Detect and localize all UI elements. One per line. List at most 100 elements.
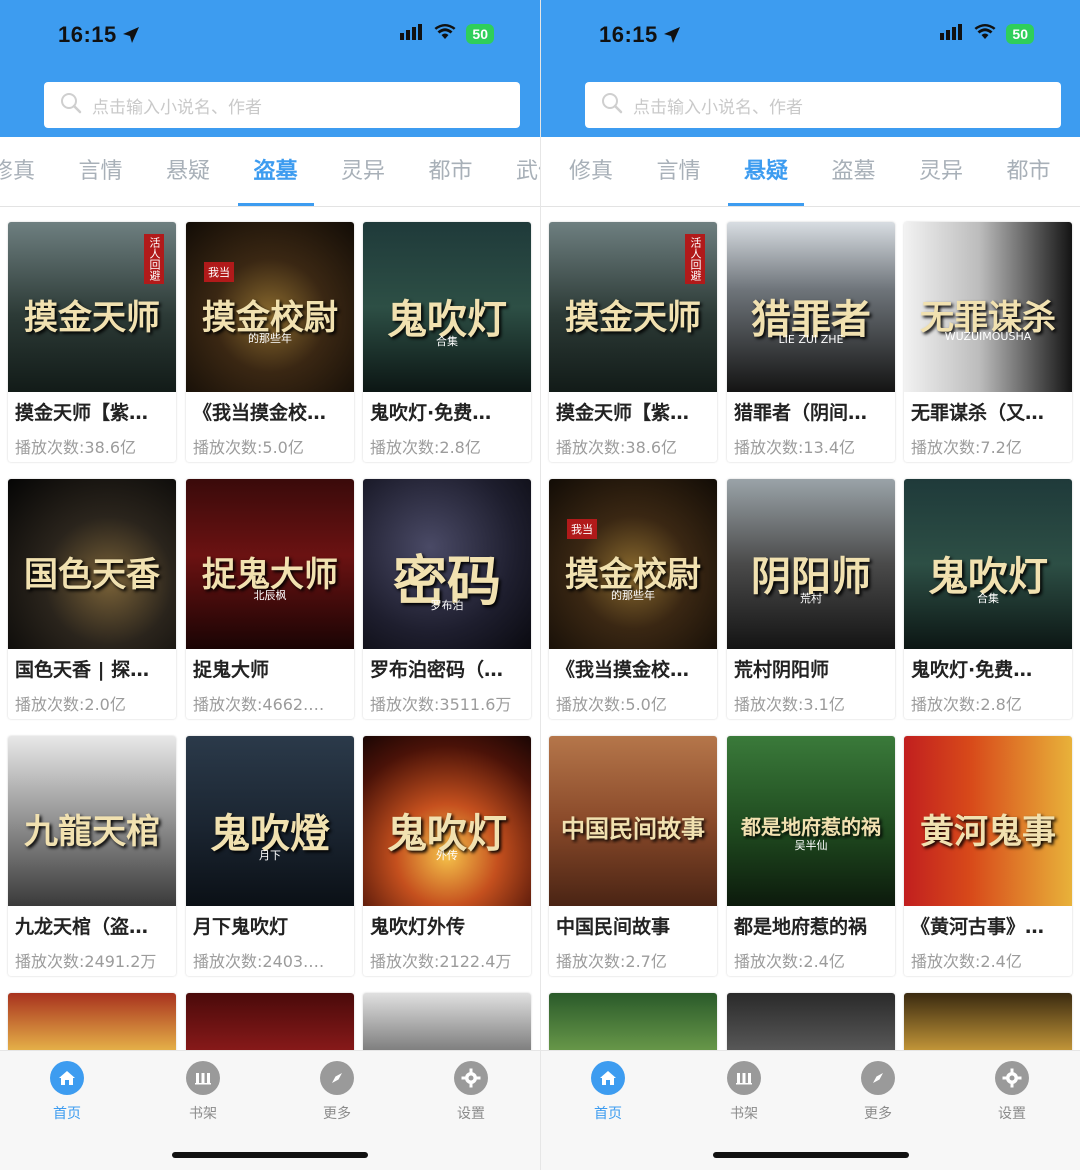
book-card-partial[interactable]	[186, 993, 354, 1053]
book-cover[interactable]: 摸金校尉 的那些年 我当	[186, 222, 354, 392]
book-cover[interactable]: 摸金天师 活人回避	[549, 222, 717, 392]
book-title[interactable]: 罗布泊密码（…	[370, 655, 524, 682]
book-cover[interactable]: 黄河鬼事	[904, 736, 1072, 906]
nav-item-home[interactable]: 首页	[32, 1061, 102, 1123]
book-title[interactable]: 猎罪者（阴间…	[734, 398, 888, 425]
book-cover[interactable]	[904, 993, 1072, 1053]
search-input[interactable]: 点击输入小说名、作者	[585, 82, 1061, 128]
tab-0[interactable]: 修真	[0, 137, 48, 207]
book-card-partial[interactable]	[549, 993, 717, 1053]
book-card-partial[interactable]	[727, 993, 895, 1053]
book-cover[interactable]: 阴阳师 荒村	[727, 479, 895, 649]
book-card[interactable]: 黄河鬼事 《黄河古事》… 播放次数:2.4亿	[904, 736, 1072, 976]
search-input[interactable]: 点击输入小说名、作者	[44, 82, 520, 128]
book-title[interactable]: 无罪谋杀（又…	[911, 398, 1065, 425]
book-cover[interactable]: 中国民间故事	[549, 736, 717, 906]
book-card[interactable]: 捉鬼大师 北辰枫捉鬼大师播放次数:4662.…	[186, 479, 354, 719]
tab-1[interactable]: 言情	[644, 137, 714, 207]
compass-icon	[320, 1061, 354, 1095]
tab-3[interactable]: 盗墓	[819, 137, 889, 207]
status-time-text: 16:15	[58, 22, 117, 47]
book-card[interactable]: 摸金天师 活人回避 摸金天师【紫… 播放次数:38.6亿	[8, 222, 176, 462]
wifi-icon	[434, 24, 456, 44]
tab-0[interactable]: 修真	[556, 137, 626, 207]
book-card[interactable]: 九龍天棺 九龙天棺（盗… 播放次数:2491.2万	[8, 736, 176, 976]
cover-subtitle: 吴半仙	[794, 839, 828, 852]
book-cover[interactable]: 摸金校尉 的那些年 我当	[549, 479, 717, 649]
book-title[interactable]: 中国民间故事	[556, 912, 710, 939]
book-title[interactable]: 鬼吹灯外传	[370, 912, 524, 939]
book-cover[interactable]: 国色天香	[8, 479, 176, 649]
book-title[interactable]: 《我当摸金校…	[556, 655, 710, 682]
nav-item-compass[interactable]: 更多	[302, 1061, 372, 1123]
book-title[interactable]: 摸金天师【紫…	[556, 398, 710, 425]
tab-4[interactable]: 灵异	[906, 137, 976, 207]
book-cover[interactable]: 密码 罗布泊	[363, 479, 531, 649]
nav-item-gear[interactable]: 设置	[977, 1061, 1047, 1123]
play-count: 播放次数:2.7亿	[556, 952, 667, 971]
nav-item-gear[interactable]: 设置	[436, 1061, 506, 1123]
tab-6[interactable]: 武侠	[503, 137, 540, 207]
book-cover[interactable]: 无罪谋杀 WUZUIMOUSHA	[904, 222, 1072, 392]
book-card[interactable]: 猎罪者 LIE ZUI ZHE 猎罪者（阴间… 播放次数:13.4亿	[727, 222, 895, 462]
book-title[interactable]: 《我当摸金校…	[193, 398, 347, 425]
nav-item-bookshelf[interactable]: 书架	[168, 1061, 238, 1123]
tab-2[interactable]: 悬疑	[728, 137, 804, 207]
book-title[interactable]: 摸金天师【紫…	[15, 398, 169, 425]
book-card-partial[interactable]	[363, 993, 531, 1053]
book-card[interactable]: 国色天香 国色天香 | 探… 播放次数:2.0亿	[8, 479, 176, 719]
book-cover[interactable]: 摸金天师 活人回避	[8, 222, 176, 392]
book-cover[interactable]: 鬼吹燈 月下	[186, 736, 354, 906]
category-tabs: 修真言情悬疑盗墓灵异都市武侠	[0, 137, 540, 207]
book-card[interactable]: 鬼吹灯 合集 鬼吹灯·免费… 播放次数:2.8亿	[904, 479, 1072, 719]
book-card[interactable]: 摸金天师 活人回避 摸金天师【紫… 播放次数:38.6亿	[549, 222, 717, 462]
book-cover[interactable]: 鬼吹灯 合集	[363, 222, 531, 392]
book-card[interactable]: 摸金校尉 的那些年 我当 《我当摸金校… 播放次数:5.0亿	[549, 479, 717, 719]
book-card-partial[interactable]	[904, 993, 1072, 1053]
cover-subtitle: 合集	[977, 592, 999, 605]
book-title[interactable]: 荒村阴阳师	[734, 655, 888, 682]
book-title[interactable]: 捉鬼大师	[193, 655, 347, 682]
book-cover[interactable]	[363, 993, 531, 1053]
tab-2[interactable]: 悬疑	[153, 137, 223, 207]
book-cover[interactable]	[186, 993, 354, 1053]
gear-icon	[454, 1061, 488, 1095]
book-cover[interactable]: 猎罪者 LIE ZUI ZHE	[727, 222, 895, 392]
nav-item-bookshelf[interactable]: 书架	[709, 1061, 779, 1123]
home-icon	[591, 1061, 625, 1095]
tab-5[interactable]: 都市	[416, 137, 486, 207]
book-title[interactable]: 鬼吹灯·免费…	[911, 655, 1065, 682]
book-card[interactable]: 鬼吹灯 合集 鬼吹灯·免费… 播放次数:2.8亿	[363, 222, 531, 462]
book-title[interactable]: 《黄河古事》…	[911, 912, 1065, 939]
book-title[interactable]: 月下鬼吹灯	[193, 912, 347, 939]
book-title[interactable]: 鬼吹灯·免费…	[370, 398, 524, 425]
book-card[interactable]: 阴阳师 荒村 荒村阴阳师 播放次数:3.1亿	[727, 479, 895, 719]
book-cover[interactable]: 都是地府惹的祸 吴半仙	[727, 736, 895, 906]
book-title[interactable]: 九龙天棺（盗…	[15, 912, 169, 939]
book-cover[interactable]: 鬼吹灯 合集	[904, 479, 1072, 649]
search-placeholder: 点击输入小说名、作者	[92, 97, 262, 118]
book-card[interactable]: 中国民间故事 中国民间故事 播放次数:2.7亿	[549, 736, 717, 976]
nav-item-home[interactable]: 首页	[573, 1061, 643, 1123]
book-card-partial[interactable]	[8, 993, 176, 1053]
book-card[interactable]: 鬼吹灯 外传 鬼吹灯外传 播放次数:2122.4万	[363, 736, 531, 976]
book-card[interactable]: 鬼吹燈 月下 月下鬼吹灯 播放次数:2403.…	[186, 736, 354, 976]
book-card[interactable]: 密码 罗布泊 罗布泊密码（… 播放次数:3511.6万	[363, 479, 531, 719]
book-card[interactable]: 都是地府惹的祸 吴半仙 都是地府惹的祸 播放次数:2.4亿	[727, 736, 895, 976]
tab-5[interactable]: 都市	[994, 137, 1064, 207]
book-card[interactable]: 摸金校尉 的那些年 我当 《我当摸金校… 播放次数:5.0亿	[186, 222, 354, 462]
book-cover[interactable]: 九龍天棺	[8, 736, 176, 906]
book-cover[interactable]: 鬼吹灯 外传	[363, 736, 531, 906]
book-title[interactable]: 国色天香 | 探…	[15, 655, 169, 682]
book-cover[interactable]: 捉鬼大师 北辰枫	[186, 479, 354, 649]
tab-3[interactable]: 盗墓	[237, 137, 314, 207]
book-title[interactable]: 都是地府惹的祸	[734, 912, 888, 939]
book-cover[interactable]	[549, 993, 717, 1053]
play-count: 播放次数:4662.…	[193, 695, 325, 714]
book-cover[interactable]	[727, 993, 895, 1053]
book-cover[interactable]	[8, 993, 176, 1053]
book-card[interactable]: 无罪谋杀 WUZUIMOUSHA 无罪谋杀（又… 播放次数:7.2亿	[904, 222, 1072, 462]
nav-item-compass[interactable]: 更多	[843, 1061, 913, 1123]
tab-1[interactable]: 言情	[66, 137, 136, 207]
tab-4[interactable]: 灵异	[328, 137, 398, 207]
